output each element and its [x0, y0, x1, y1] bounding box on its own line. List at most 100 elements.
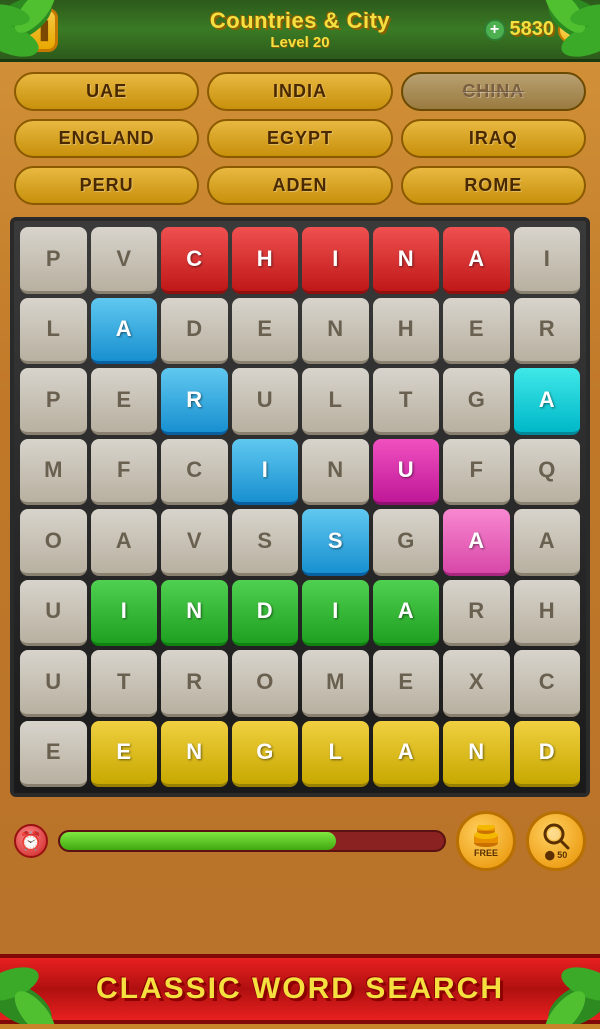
- word-chip-text-egypt: EGYPT: [267, 128, 333, 148]
- grid-cell[interactable]: C: [161, 439, 228, 506]
- add-coins-button[interactable]: +: [484, 19, 506, 41]
- coin-icon: [558, 16, 586, 44]
- grid-cell[interactable]: S: [232, 509, 299, 576]
- word-chip-iraq[interactable]: IRAQ: [401, 119, 586, 158]
- grid-cell[interactable]: I: [91, 580, 158, 647]
- grid-cell[interactable]: T: [373, 368, 440, 435]
- grid-cell[interactable]: H: [514, 580, 581, 647]
- word-chip-text-uae: UAE: [86, 81, 127, 101]
- grid-cell[interactable]: I: [232, 439, 299, 506]
- grid-cell[interactable]: D: [514, 721, 581, 788]
- grid-cell[interactable]: N: [161, 721, 228, 788]
- free-coins-button[interactable]: FREE: [456, 811, 516, 871]
- grid-cell[interactable]: N: [161, 580, 228, 647]
- grid-cell[interactable]: T: [91, 650, 158, 717]
- header: ❚❚ Countries & City Level 20 + 5830: [0, 0, 600, 62]
- grid-cell[interactable]: A: [91, 509, 158, 576]
- word-chip-china[interactable]: CHINA: [401, 72, 586, 111]
- grid-cell[interactable]: G: [232, 721, 299, 788]
- grid-cell[interactable]: Q: [514, 439, 581, 506]
- pause-button[interactable]: ❚❚: [14, 8, 58, 52]
- grid-cell[interactable]: R: [443, 580, 510, 647]
- grid-cell[interactable]: A: [443, 509, 510, 576]
- grid-cell[interactable]: A: [443, 227, 510, 294]
- grid-cell[interactable]: S: [302, 509, 369, 576]
- level-label: Level 20: [210, 34, 390, 51]
- grid-cell[interactable]: O: [20, 509, 87, 576]
- grid-cell[interactable]: C: [514, 650, 581, 717]
- free-label: FREE: [474, 848, 498, 858]
- word-chip-text-india: INDIA: [273, 81, 327, 101]
- game-title: Countries & City: [210, 8, 390, 34]
- grid-cell[interactable]: F: [443, 439, 510, 506]
- grid-cell[interactable]: A: [373, 580, 440, 647]
- grid-cell[interactable]: H: [232, 227, 299, 294]
- word-chip-aden[interactable]: ADEN: [207, 166, 392, 205]
- grid-cell[interactable]: U: [20, 650, 87, 717]
- grid-cell[interactable]: U: [373, 439, 440, 506]
- grid-cell[interactable]: E: [373, 650, 440, 717]
- grid-cell[interactable]: I: [302, 227, 369, 294]
- grid-cell[interactable]: P: [20, 227, 87, 294]
- word-chip-uae[interactable]: UAE: [14, 72, 199, 111]
- magnifier-icon: [542, 822, 570, 850]
- grid-cell[interactable]: P: [20, 368, 87, 435]
- letter-grid: PVCHINAILADENHERPERULTGAMFCINUFQOAVSSGAA…: [20, 227, 580, 787]
- grid-cell[interactable]: H: [373, 298, 440, 365]
- title-area: Countries & City Level 20: [210, 8, 390, 51]
- word-chip-egypt[interactable]: EGYPT: [207, 119, 392, 158]
- word-chip-england[interactable]: ENGLAND: [14, 119, 199, 158]
- word-chip-india[interactable]: INDIA: [207, 72, 392, 111]
- grid-cell[interactable]: E: [91, 368, 158, 435]
- coins-stack-icon: [472, 825, 500, 847]
- word-chip-text-iraq: IRAQ: [469, 128, 518, 148]
- grid-cell[interactable]: A: [514, 509, 581, 576]
- grid-cell[interactable]: U: [20, 580, 87, 647]
- word-chip-rome[interactable]: ROME: [401, 166, 586, 205]
- word-chip-text-peru: PERU: [80, 175, 134, 195]
- grid-cell[interactable]: L: [302, 721, 369, 788]
- grid-container: PVCHINAILADENHERPERULTGAMFCINUFQOAVSSGAA…: [10, 217, 590, 797]
- word-chip-text-aden: ADEN: [272, 175, 327, 195]
- grid-cell[interactable]: V: [161, 509, 228, 576]
- grid-cell[interactable]: R: [514, 298, 581, 365]
- grid-cell[interactable]: L: [302, 368, 369, 435]
- grid-cell[interactable]: N: [302, 298, 369, 365]
- word-list: UAE INDIA CHINA ENGLAND EGYPT IRAQ PERU ADEN ROM…: [0, 62, 600, 213]
- word-chip-peru[interactable]: PERU: [14, 166, 199, 205]
- grid-cell[interactable]: N: [443, 721, 510, 788]
- grid-cell[interactable]: N: [373, 227, 440, 294]
- word-chip-text-england: ENGLAND: [59, 128, 155, 148]
- grid-cell[interactable]: R: [161, 650, 228, 717]
- grid-cell[interactable]: R: [161, 368, 228, 435]
- grid-cell[interactable]: V: [91, 227, 158, 294]
- grid-cell[interactable]: G: [373, 509, 440, 576]
- grid-cell[interactable]: E: [232, 298, 299, 365]
- grid-cell[interactable]: M: [302, 650, 369, 717]
- grid-cell[interactable]: L: [20, 298, 87, 365]
- grid-cell[interactable]: A: [91, 298, 158, 365]
- word-chip-text-china: CHINA: [462, 81, 524, 101]
- hint-search-button[interactable]: ⬤ 50: [526, 811, 586, 871]
- grid-cell[interactable]: D: [232, 580, 299, 647]
- timer-icon: ⏰: [14, 824, 48, 858]
- grid-cell[interactable]: C: [161, 227, 228, 294]
- grid-cell[interactable]: N: [302, 439, 369, 506]
- grid-cell[interactable]: A: [514, 368, 581, 435]
- grid-cell[interactable]: U: [232, 368, 299, 435]
- grid-cell[interactable]: D: [161, 298, 228, 365]
- word-chip-text-rome: ROME: [464, 175, 522, 195]
- grid-cell[interactable]: A: [373, 721, 440, 788]
- grid-cell[interactable]: G: [443, 368, 510, 435]
- banner-text: CLASSIC WORD SEARCH: [96, 972, 504, 1005]
- grid-cell[interactable]: E: [443, 298, 510, 365]
- grid-cell[interactable]: X: [443, 650, 510, 717]
- grid-cell[interactable]: F: [91, 439, 158, 506]
- grid-cell[interactable]: I: [302, 580, 369, 647]
- bottom-bar: ⏰ FREE ⬤ 50: [0, 801, 600, 881]
- grid-cell[interactable]: E: [91, 721, 158, 788]
- grid-cell[interactable]: O: [232, 650, 299, 717]
- grid-cell[interactable]: I: [514, 227, 581, 294]
- grid-cell[interactable]: M: [20, 439, 87, 506]
- grid-cell[interactable]: E: [20, 721, 87, 788]
